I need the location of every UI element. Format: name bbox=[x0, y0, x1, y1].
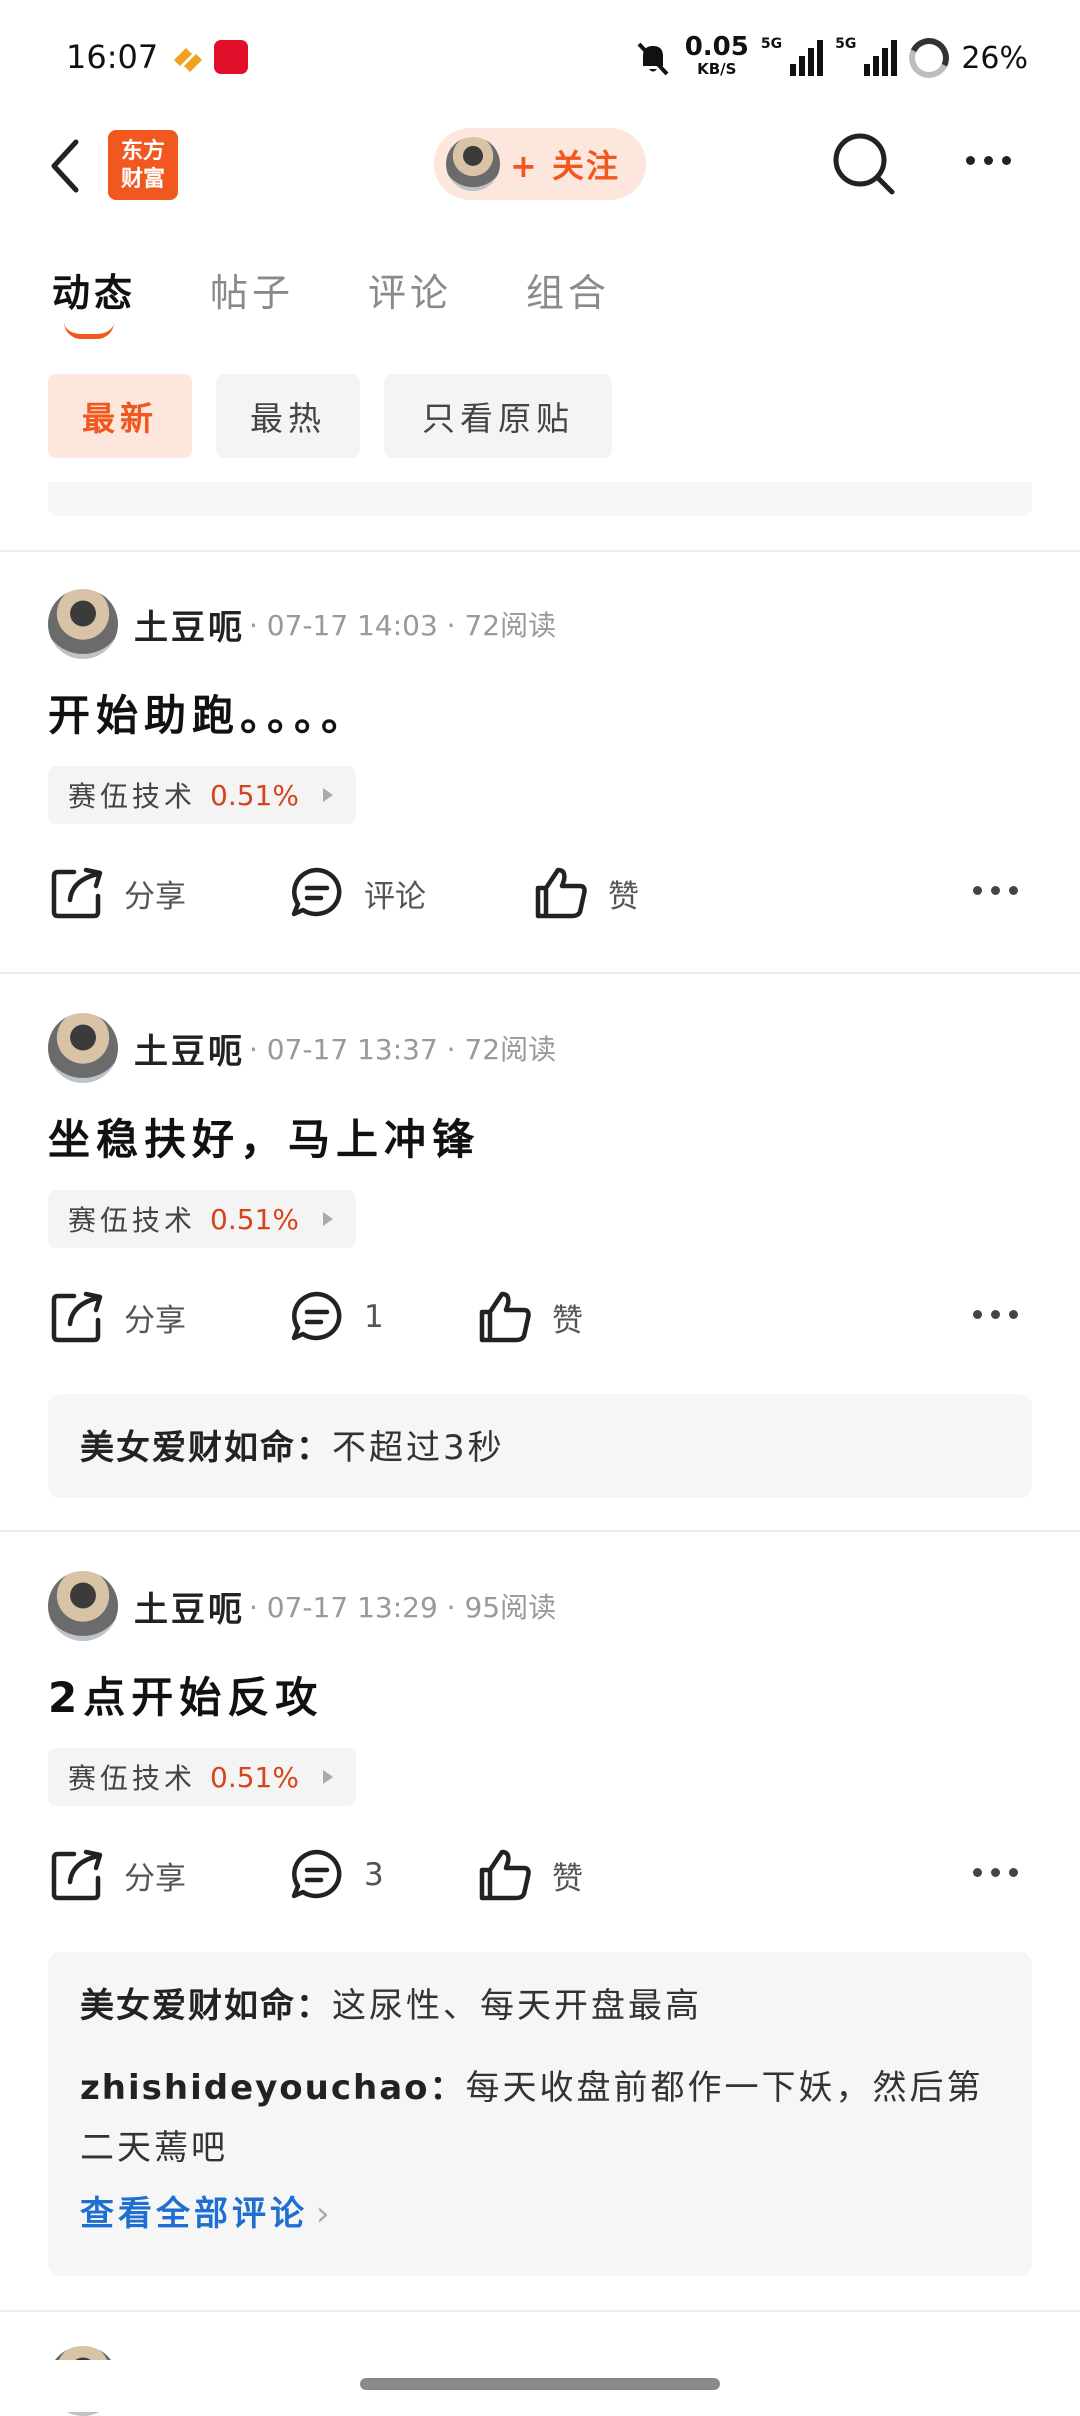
comment-user[interactable]: 美女爱财如命： bbox=[80, 1428, 332, 1468]
divider bbox=[0, 1530, 1080, 1532]
like-button[interactable]: 赞 bbox=[476, 1846, 583, 1904]
stock-tag[interactable]: 赛伍技术 0.51% bbox=[48, 1190, 356, 1248]
triangle-right-icon bbox=[322, 788, 333, 802]
comment-icon bbox=[291, 1291, 342, 1341]
tab-comments[interactable]: 评论 bbox=[368, 262, 452, 317]
chevron-right-icon: › bbox=[316, 2194, 334, 2234]
share-icon bbox=[51, 867, 103, 919]
tab-portfolio[interactable]: 组合 bbox=[526, 262, 610, 317]
comment-button[interactable]: 1 bbox=[288, 1288, 384, 1346]
tab-posts[interactable]: 帖子 bbox=[210, 262, 294, 317]
search-icon[interactable] bbox=[830, 130, 898, 198]
comment-text: 不超过3秒 bbox=[332, 1428, 505, 1468]
comment-item: 美女爱财如命：不超过3秒 bbox=[80, 1418, 1000, 1478]
net-speed: 0.05 KB/S bbox=[684, 32, 749, 78]
share-icon bbox=[51, 1849, 103, 1901]
status-bar: 16:07 0.05 KB/S 5G 5G 26% bbox=[0, 0, 1080, 120]
battery-icon bbox=[903, 32, 955, 84]
post-content[interactable]: 2点开始反攻 bbox=[48, 1664, 323, 1725]
comment-item: 美女爱财如命：这尿性、每天开盘最高 bbox=[80, 1976, 1000, 2036]
like-button[interactable]: 赞 bbox=[532, 864, 639, 922]
sort-filters: 最新 最热 只看原贴 bbox=[48, 374, 612, 458]
comment-preview[interactable]: 美女爱财如命：这尿性、每天开盘最高 zhishideyouchao：每天收盘前都… bbox=[48, 1952, 1032, 2276]
comment-user[interactable]: zhishideyouchao： bbox=[80, 2068, 466, 2108]
avatar[interactable] bbox=[48, 1571, 118, 1641]
tab-dynamics[interactable]: 动态 bbox=[52, 262, 136, 339]
comment-icon bbox=[291, 867, 342, 917]
mute-bell-icon bbox=[637, 42, 669, 76]
thumbs-up-icon bbox=[535, 867, 587, 919]
previous-card-edge bbox=[48, 482, 1032, 516]
filter-hot[interactable]: 最热 bbox=[216, 374, 360, 458]
post-content[interactable]: 开始助跑。。。。 bbox=[48, 682, 369, 743]
triangle-right-icon bbox=[322, 1770, 333, 1784]
comment-item: zhishideyouchao：每天收盘前都作一下妖，然后第二天蔫吧 bbox=[80, 2058, 1000, 2178]
comment-button[interactable]: 3 bbox=[288, 1846, 384, 1904]
more-options-icon[interactable] bbox=[973, 1310, 1018, 1319]
shopping-app-icon bbox=[214, 40, 248, 74]
signal-icon bbox=[790, 40, 824, 76]
divider bbox=[0, 972, 1080, 974]
stock-tag[interactable]: 赛伍技术 0.51% bbox=[48, 1748, 356, 1806]
post-card[interactable]: 土豆呃 · 07-17 13:29 · 95阅读 2点开始反攻 赛伍技术 0.5… bbox=[0, 1570, 1080, 2290]
comment-icon bbox=[291, 1849, 342, 1899]
eastmoney-logo[interactable]: 东方 财富 bbox=[108, 130, 178, 200]
avatar[interactable] bbox=[48, 589, 118, 659]
share-button[interactable]: 分享 bbox=[48, 1846, 186, 1904]
username[interactable]: 土豆呃 bbox=[134, 1024, 245, 1073]
signal-icon-2 bbox=[864, 40, 898, 76]
post-meta: · 07-17 13:29 · 95阅读 bbox=[249, 1591, 557, 1624]
view-all-comments-link[interactable]: 查看全部评论 › bbox=[80, 2184, 1000, 2244]
thumbs-up-icon bbox=[479, 1291, 531, 1343]
more-options-icon[interactable] bbox=[973, 1868, 1018, 1877]
username[interactable]: 土豆呃 bbox=[134, 600, 245, 649]
profile-tabs: 动态 帖子 评论 组合 bbox=[52, 262, 684, 339]
clock: 16:07 bbox=[66, 38, 159, 76]
battery-level: 26% bbox=[961, 40, 1028, 76]
back-arrow-icon[interactable] bbox=[46, 136, 86, 196]
post-card[interactable]: 土豆呃 · 07-17 13:37 · 72阅读 坐稳扶好，马上冲锋 赛伍技术 … bbox=[0, 1012, 1080, 1512]
avatar bbox=[446, 137, 500, 191]
post-actions: 分享 3 赞 bbox=[48, 1838, 1032, 1908]
thumbs-up-icon bbox=[479, 1849, 531, 1901]
post-card[interactable]: 土豆呃 · 07-17 14:03 · 72阅读 开始助跑。。。。 赛伍技术 0… bbox=[0, 588, 1080, 948]
comment-text: 这尿性、每天开盘最高 bbox=[332, 1986, 702, 2026]
comment-preview[interactable]: 美女爱财如命：不超过3秒 bbox=[48, 1394, 1032, 1498]
share-button[interactable]: 分享 bbox=[48, 1288, 186, 1346]
divider bbox=[0, 550, 1080, 552]
share-button[interactable]: 分享 bbox=[48, 864, 186, 922]
home-indicator[interactable] bbox=[360, 2378, 720, 2390]
share-icon bbox=[51, 1291, 103, 1343]
app-notification-icon bbox=[174, 48, 202, 72]
post-meta: · 07-17 13:37 · 72阅读 bbox=[249, 1033, 557, 1066]
stock-tag[interactable]: 赛伍技术 0.51% bbox=[48, 766, 356, 824]
comment-button[interactable]: 评论 bbox=[288, 864, 426, 922]
divider bbox=[0, 2310, 1080, 2312]
like-button[interactable]: 赞 bbox=[476, 1288, 583, 1346]
filter-latest[interactable]: 最新 bbox=[48, 374, 192, 458]
follow-button[interactable]: + 关注 bbox=[434, 128, 646, 200]
filter-original-only[interactable]: 只看原贴 bbox=[384, 374, 612, 458]
avatar[interactable] bbox=[48, 1013, 118, 1083]
username[interactable]: 土豆呃 bbox=[134, 1582, 245, 1631]
comment-user[interactable]: 美女爱财如命： bbox=[80, 1986, 332, 2026]
top-bar: 东方 财富 + 关注 bbox=[0, 118, 1080, 208]
more-options-icon[interactable] bbox=[973, 886, 1018, 895]
post-actions: 分享 评论 赞 bbox=[48, 856, 1032, 926]
post-content[interactable]: 坐稳扶好，马上冲锋 bbox=[48, 1106, 480, 1167]
post-meta: · 07-17 14:03 · 72阅读 bbox=[249, 609, 557, 642]
triangle-right-icon bbox=[322, 1212, 333, 1226]
post-actions: 分享 1 赞 bbox=[48, 1280, 1032, 1350]
more-options-icon[interactable] bbox=[966, 156, 1011, 165]
